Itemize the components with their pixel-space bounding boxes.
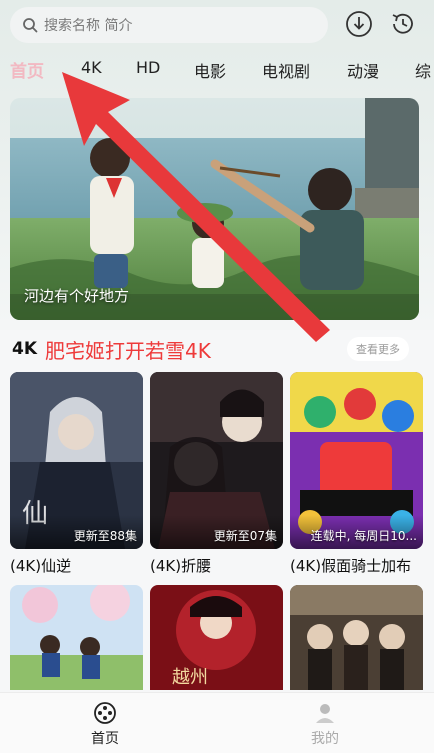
nav-label-home: 首页 <box>91 731 119 747</box>
history-icon[interactable] <box>389 10 417 38</box>
featured-banner[interactable]: 河边有个好地方 <box>10 98 419 320</box>
episode-badge: 更新至07集 <box>213 529 277 543</box>
section-tag: 4K <box>12 339 38 359</box>
tab-anime[interactable]: 动漫 <box>347 58 379 82</box>
video-card[interactable] <box>10 585 143 690</box>
section-title: 肥宅姬打开若雪4K <box>45 338 211 363</box>
video-card[interactable]: 连载中, 每周日10... (4K)假面骑士加布 <box>290 372 423 576</box>
banner-caption: 河边有个好地方 <box>24 287 130 305</box>
bottom-nav: 首页 我的 <box>0 692 434 753</box>
tab-tv-series[interactable]: 电视剧 <box>262 58 310 82</box>
tab-hd[interactable]: HD <box>136 58 160 77</box>
tab-home[interactable]: 首页 <box>10 57 44 82</box>
poster-image <box>10 585 143 690</box>
poster-image <box>290 585 423 690</box>
download-icon[interactable] <box>345 10 373 38</box>
card-title: (4K)仙逆 <box>10 557 72 575</box>
video-card[interactable] <box>290 585 423 690</box>
episode-badge: 连载中, 每周日10... <box>310 529 417 543</box>
user-icon <box>316 704 334 723</box>
nav-label-mine: 我的 <box>311 731 339 747</box>
search-placeholder: 搜索名称 简介 <box>44 18 133 34</box>
category-tabs: 首页 4K HD 电影 电视剧 动漫 综 <box>0 52 434 86</box>
card-title: (4K)假面骑士加布 <box>290 557 412 575</box>
tab-movie[interactable]: 电影 <box>194 58 226 82</box>
nav-item-mine[interactable]: 我的 <box>295 701 355 748</box>
video-card[interactable]: 更新至07集 (4K)折腰 <box>150 372 283 576</box>
video-card[interactable]: 仙 更新至88集 (4K)仙逆 <box>10 372 143 576</box>
view-more-button[interactable]: 查看更多 <box>347 337 409 361</box>
tab-4k[interactable]: 4K <box>81 58 102 77</box>
card-title: (4K)折腰 <box>150 557 212 575</box>
video-card[interactable]: 越州 <box>150 585 283 690</box>
poster-image: 连载中, 每周日10... <box>290 372 423 549</box>
poster-image: 仙 更新至88集 <box>10 372 143 549</box>
search-input[interactable]: 搜索名称 简介 <box>10 7 328 43</box>
episode-badge: 更新至88集 <box>73 529 137 543</box>
poster-image: 越州 <box>150 585 283 690</box>
search-icon <box>23 18 38 33</box>
nav-item-home[interactable]: 首页 <box>75 701 135 748</box>
tab-variety[interactable]: 综 <box>415 58 431 82</box>
film-reel-icon <box>94 702 116 724</box>
poster-image: 更新至07集 <box>150 372 283 549</box>
svg-text:越州: 越州 <box>172 667 208 688</box>
